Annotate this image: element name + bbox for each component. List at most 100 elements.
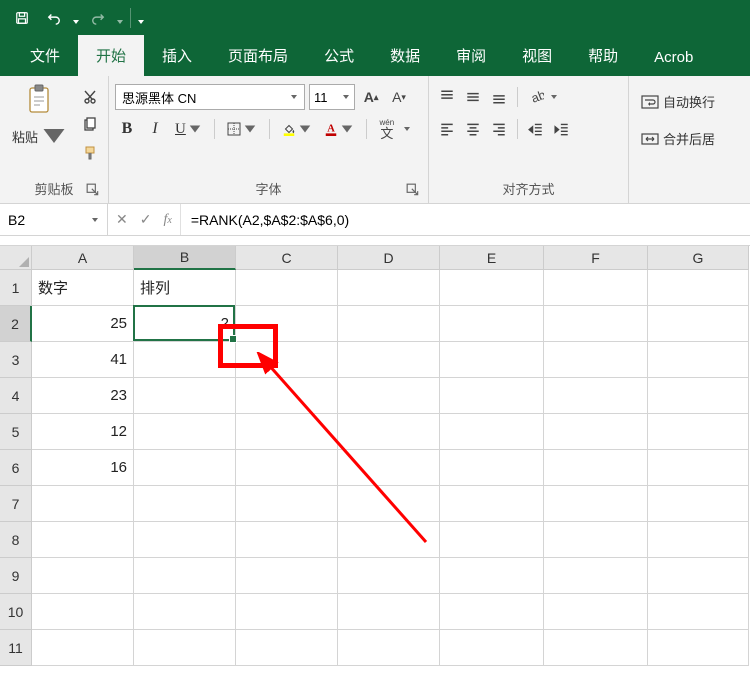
cell[interactable] (440, 486, 544, 522)
redo-button[interactable] (84, 4, 112, 32)
cell[interactable] (236, 342, 338, 378)
cell[interactable] (338, 450, 440, 486)
row-header[interactable]: 6 (0, 450, 32, 486)
cell[interactable] (236, 450, 338, 486)
cell[interactable] (440, 342, 544, 378)
cell[interactable] (134, 558, 236, 594)
cell[interactable] (544, 522, 648, 558)
fill-handle[interactable] (229, 335, 237, 343)
column-header[interactable]: G (648, 246, 749, 270)
cell[interactable] (134, 342, 236, 378)
cell[interactable] (648, 450, 749, 486)
cell[interactable] (32, 558, 134, 594)
copy-button[interactable] (78, 114, 102, 136)
cell[interactable] (440, 558, 544, 594)
cell[interactable] (440, 414, 544, 450)
tab-data[interactable]: 数据 (372, 35, 438, 76)
column-header[interactable]: D (338, 246, 440, 270)
cell[interactable]: 16 (32, 450, 134, 486)
cell[interactable] (134, 486, 236, 522)
shrink-font-button[interactable]: A▾ (387, 84, 411, 110)
phonetic-button[interactable]: wén文 (375, 116, 399, 142)
merge-center-button[interactable]: 合并后居 (635, 127, 721, 150)
cell[interactable] (338, 558, 440, 594)
cell[interactable]: 25 (32, 306, 134, 342)
tab-layout[interactable]: 页面布局 (210, 35, 306, 76)
cell[interactable] (236, 414, 338, 450)
decrease-indent-button[interactable] (524, 116, 548, 142)
cell[interactable] (440, 630, 544, 666)
wrap-text-button[interactable]: 自动换行 (635, 90, 721, 113)
tab-formulas[interactable]: 公式 (306, 35, 372, 76)
cell[interactable] (440, 522, 544, 558)
fill-color-button[interactable] (278, 116, 316, 142)
cell[interactable] (648, 522, 749, 558)
format-painter-button[interactable] (78, 142, 102, 164)
orientation-button[interactable]: ab (524, 84, 548, 110)
cell[interactable] (648, 270, 749, 306)
cell[interactable] (648, 594, 749, 630)
cell[interactable] (338, 342, 440, 378)
cell[interactable] (440, 450, 544, 486)
accept-formula-button[interactable]: ✓ (140, 211, 152, 228)
align-center-button[interactable] (461, 116, 485, 142)
tab-review[interactable]: 审阅 (438, 35, 504, 76)
column-header[interactable]: E (440, 246, 544, 270)
cell[interactable] (236, 594, 338, 630)
cell[interactable] (338, 594, 440, 630)
cell[interactable] (544, 450, 648, 486)
font-color-button[interactable]: A (320, 116, 358, 142)
save-button[interactable] (8, 4, 36, 32)
select-all-button[interactable] (0, 246, 32, 270)
tab-view[interactable]: 视图 (504, 35, 570, 76)
cell[interactable]: 23 (32, 378, 134, 414)
tab-insert[interactable]: 插入 (144, 35, 210, 76)
cell[interactable] (544, 486, 648, 522)
cell[interactable] (440, 306, 544, 342)
cell[interactable] (236, 630, 338, 666)
cell[interactable] (134, 414, 236, 450)
cell[interactable] (544, 630, 648, 666)
cell[interactable] (648, 558, 749, 594)
undo-button[interactable] (40, 4, 68, 32)
tab-file[interactable]: 文件 (12, 35, 78, 76)
cut-button[interactable] (78, 86, 102, 108)
font-name-input[interactable]: 思源黑体 CN (115, 84, 305, 110)
cell[interactable]: 数字 (32, 270, 134, 306)
cell[interactable] (32, 522, 134, 558)
cell[interactable] (338, 522, 440, 558)
cell[interactable] (338, 486, 440, 522)
cell[interactable] (544, 306, 648, 342)
column-header[interactable]: B (134, 246, 236, 270)
cell[interactable] (544, 594, 648, 630)
cell[interactable] (338, 630, 440, 666)
italic-button[interactable]: I (143, 116, 167, 142)
cell[interactable] (32, 594, 134, 630)
cell[interactable] (338, 378, 440, 414)
cell[interactable] (648, 414, 749, 450)
column-header[interactable]: F (544, 246, 648, 270)
cell[interactable] (338, 306, 440, 342)
align-left-button[interactable] (435, 116, 459, 142)
cell[interactable] (236, 558, 338, 594)
cell[interactable]: 排列 (134, 270, 236, 306)
cell[interactable] (440, 378, 544, 414)
row-header[interactable]: 5 (0, 414, 32, 450)
cell[interactable] (544, 342, 648, 378)
cancel-formula-button[interactable]: ✕ (116, 211, 128, 228)
cell[interactable] (440, 270, 544, 306)
cell[interactable] (648, 378, 749, 414)
cell[interactable] (236, 306, 338, 342)
cell[interactable] (338, 414, 440, 450)
row-header[interactable]: 10 (0, 594, 32, 630)
font-launcher-icon[interactable] (406, 183, 420, 197)
undo-dropdown-icon[interactable] (72, 14, 80, 22)
cell[interactable] (544, 270, 648, 306)
cell[interactable] (440, 594, 544, 630)
row-header[interactable]: 2 (0, 306, 32, 342)
cell[interactable] (648, 342, 749, 378)
cell[interactable] (134, 594, 236, 630)
cell[interactable] (236, 270, 338, 306)
cell[interactable] (648, 630, 749, 666)
tab-home[interactable]: 开始 (78, 35, 144, 76)
